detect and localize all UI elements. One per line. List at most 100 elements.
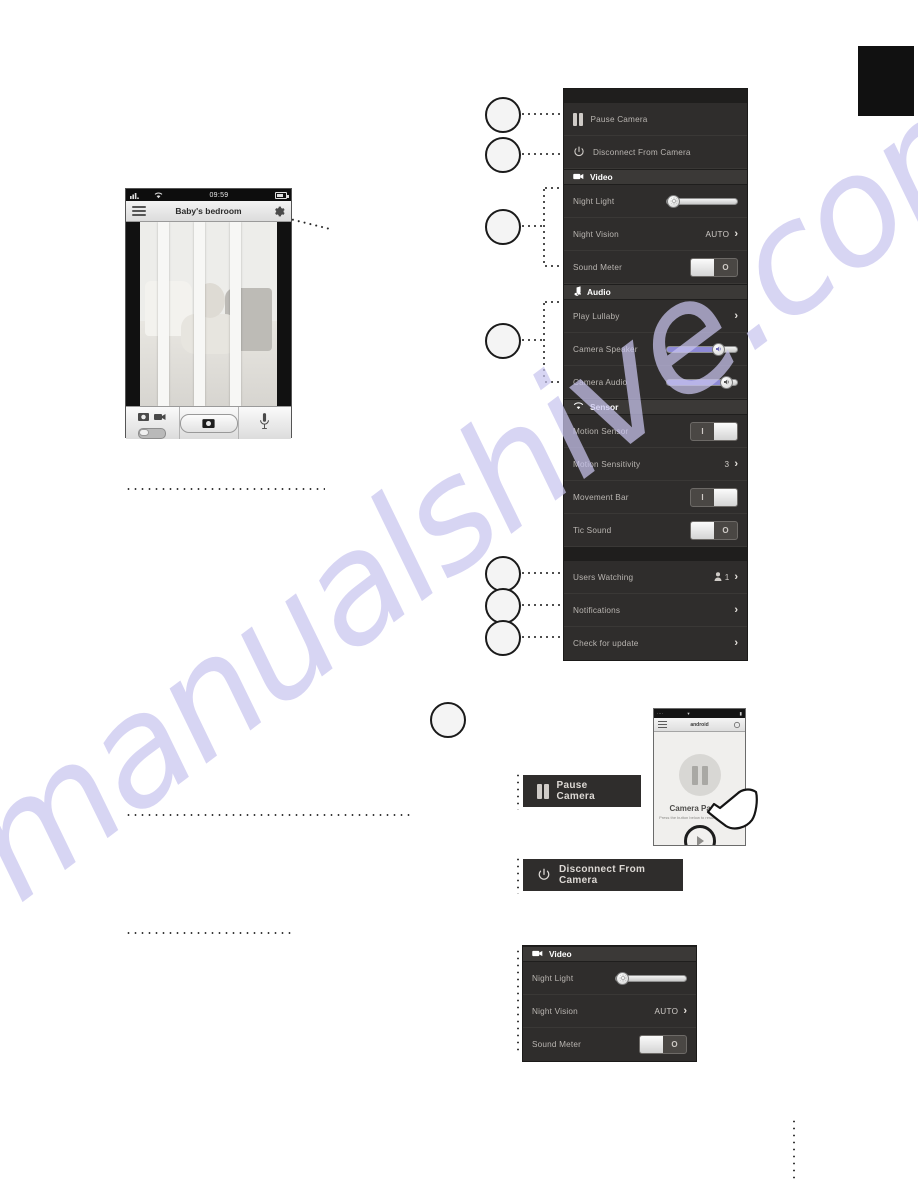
settings-header-video: Video <box>564 169 747 185</box>
night-light-label: Night Light <box>573 196 615 206</box>
section-divider-2 <box>125 814 410 816</box>
phone-status-bar: 09:59 <box>126 189 291 201</box>
settings-row-night-light[interactable]: Night Light <box>564 185 747 218</box>
leader-1 <box>520 113 562 115</box>
signal-bars-icon: ···· <box>657 711 663 716</box>
night-light-label: Night Light <box>532 973 574 983</box>
night-vision-value: AUTO <box>705 229 730 239</box>
wifi-icon <box>154 192 163 199</box>
brightness-icon[interactable] <box>616 971 630 985</box>
speaker-icon[interactable] <box>720 375 734 389</box>
disconnect-camera-label: Disconnect From Camera <box>593 147 691 157</box>
motion-sensor-toggle[interactable]: I <box>690 421 738 441</box>
check-update-label: Check for update <box>573 639 639 648</box>
settings-row-movement-bar[interactable]: Movement Bar I <box>564 481 747 514</box>
settings-row-tic-sound[interactable]: Tic Sound O <box>564 514 747 547</box>
chevron-right-icon[interactable]: › <box>734 638 738 649</box>
phone-video-feed[interactable] <box>126 222 291 406</box>
gear-icon[interactable] <box>265 205 291 218</box>
watermark-text: manualshive.com <box>0 33 918 935</box>
chevron-right-icon[interactable]: › <box>683 1005 687 1017</box>
settings-row-camera-speaker[interactable]: Camera Speaker <box>564 333 747 366</box>
phone-nav-bar: Baby's bedroom <box>126 201 291 222</box>
video-card-row-sound-meter[interactable]: Sound Meter O <box>523 1028 696 1061</box>
leader-3-bracket <box>543 187 545 265</box>
settings-row-motion-sensor[interactable]: Motion Sensor I <box>564 415 747 448</box>
play-lullaby-label: Play Lullaby <box>573 311 620 321</box>
leader-4-top <box>543 301 560 303</box>
wifi-icon: ▾ <box>687 710 690 716</box>
settings-row-check-update[interactable]: Check for update › <box>564 627 747 660</box>
phone-bottom-toolbar <box>126 406 291 439</box>
hamburger-menu-icon[interactable] <box>654 720 670 729</box>
camera-shutter-icon[interactable] <box>179 413 238 433</box>
settings-row-night-vision[interactable]: Night Vision AUTO › <box>564 218 747 251</box>
panel-section-gap <box>564 547 747 561</box>
gear-icon[interactable] <box>729 721 745 729</box>
toggle-off-mark: O <box>722 262 729 272</box>
pause-icon <box>573 112 583 126</box>
tic-sound-toggle[interactable]: O <box>690 520 738 540</box>
brightness-icon[interactable] <box>667 194 681 208</box>
capture-mode-toggle[interactable] <box>126 407 179 439</box>
sound-meter-label: Sound Meter <box>573 262 623 272</box>
leader-5 <box>520 572 562 574</box>
shutter-button[interactable] <box>178 407 238 439</box>
movement-bar-toggle[interactable]: I <box>690 487 738 507</box>
hamburger-menu-icon[interactable] <box>126 205 152 217</box>
camera-audio-slider[interactable] <box>666 375 738 389</box>
crib-bars <box>126 222 291 406</box>
camera-speaker-label: Camera Speaker <box>573 344 638 354</box>
tic-sound-label: Tic Sound <box>573 525 612 535</box>
leader-3-top <box>543 187 560 189</box>
callout-marker-7 <box>485 620 521 656</box>
users-watching-label: Users Watching <box>573 572 634 582</box>
phone2-clock <box>714 711 715 716</box>
section-divider-3 <box>125 932 295 934</box>
callout-marker-6 <box>485 588 521 624</box>
chevron-right-icon[interactable]: › <box>734 571 738 583</box>
settings-row-notifications[interactable]: Notifications › <box>564 594 747 627</box>
callout-box-disconnect[interactable]: Disconnect From Camera <box>523 859 683 891</box>
chevron-right-icon[interactable]: › <box>734 458 738 470</box>
callout-pause-label: Pause Camera <box>556 780 595 802</box>
settings-row-camera-audio[interactable]: Camera Audio <box>564 366 747 399</box>
callout-box-pause-camera[interactable]: Pause Camera <box>523 775 641 807</box>
settings-row-users-watching[interactable]: Users Watching 1 › <box>564 561 747 594</box>
sound-meter-toggle[interactable]: O <box>639 1035 687 1054</box>
sound-meter-toggle[interactable]: O <box>690 257 738 277</box>
settings-row-disconnect[interactable]: Disconnect From Camera <box>564 136 747 169</box>
settings-row-motion-sensitivity[interactable]: Motion Sensitivity 3 › <box>564 448 747 481</box>
video-card-row-night-light[interactable]: Night Light <box>523 962 696 995</box>
notifications-label: Notifications <box>573 605 621 615</box>
hand-pointer-icon <box>706 786 758 839</box>
speaker-icon[interactable] <box>712 342 726 356</box>
leader-3-bottom <box>543 265 560 267</box>
toggle-on-mark: I <box>701 426 704 436</box>
phone-clock: 09:59 <box>209 191 229 199</box>
chevron-right-icon[interactable]: › <box>734 604 738 616</box>
sensor-header-label: Sensor <box>590 402 619 412</box>
video-card-row-night-vision[interactable]: Night Vision AUTO › <box>523 995 696 1028</box>
night-light-slider[interactable] <box>666 194 738 208</box>
talk-button[interactable] <box>237 407 292 439</box>
camera-settings-panel: Pause Camera Disconnect From Camera Vide… <box>563 88 748 661</box>
night-vision-label: Night Vision <box>573 229 619 239</box>
chevron-right-icon[interactable]: › <box>734 310 738 322</box>
signal-bars-icon <box>130 191 140 199</box>
audio-header-label: Audio <box>587 287 611 297</box>
mode-switch[interactable] <box>138 427 167 439</box>
settings-row-pause-camera[interactable]: Pause Camera <box>564 103 747 136</box>
night-light-slider[interactable] <box>615 971 687 985</box>
callout-marker-3 <box>485 209 521 245</box>
video-camera-icon <box>532 949 543 959</box>
microphone-icon[interactable] <box>259 412 270 435</box>
video-camera-icon <box>573 172 584 182</box>
phone-live-view: 09:59 Baby's bedroom <box>125 188 292 439</box>
settings-row-play-lullaby[interactable]: Play Lullaby › <box>564 300 747 333</box>
battery-icon <box>275 191 289 199</box>
settings-row-sound-meter[interactable]: Sound Meter O <box>564 251 747 284</box>
camera-speaker-slider[interactable] <box>666 342 738 356</box>
wifi-icon <box>573 402 584 412</box>
chevron-right-icon[interactable]: › <box>734 228 738 240</box>
